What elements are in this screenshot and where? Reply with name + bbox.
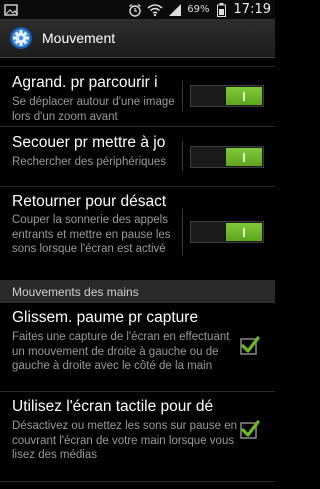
alarm-icon	[127, 3, 143, 17]
section-header-hand-motions: Mouvements des mains	[0, 281, 275, 303]
setting-row-zoom-pan[interactable]: Agrand. pr parcourir i Se déplacer autou…	[0, 67, 275, 127]
toggle-switch[interactable]: I	[190, 221, 264, 243]
divider	[182, 209, 183, 255]
list-divider	[0, 58, 275, 67]
divider	[182, 141, 183, 171]
toggle-knob: I	[226, 87, 262, 105]
signal-icon	[167, 3, 183, 17]
setting-summary: Se déplacer autour d'une image lors d'un…	[12, 96, 175, 123]
action-bar: Mouvement	[0, 19, 275, 58]
setting-summary: Rechercher des périphériques	[12, 156, 167, 168]
page-title: Mouvement	[42, 30, 116, 46]
settings-list: Agrand. pr parcourir i Se déplacer autou…	[0, 58, 275, 489]
checkbox-checked-icon[interactable]	[240, 336, 260, 356]
setting-row-palm-swipe-capture[interactable]: Glissem. paume pr capture Faites une cap…	[0, 303, 275, 392]
setting-title: Agrand. pr parcourir i	[12, 74, 158, 91]
toggle-switch[interactable]: I	[190, 85, 264, 107]
toggle-state-label: I	[242, 224, 246, 240]
toggle-switch[interactable]: I	[190, 146, 264, 168]
setting-title: Utilisez l'écran tactile pour dé	[12, 398, 214, 415]
toggle-state-label: I	[242, 149, 246, 165]
setting-summary: Couper la sonnerie des appels entrants e…	[12, 214, 171, 255]
setting-row-shake-update[interactable]: Secouer pr mettre à jo Rechercher des pé…	[0, 127, 275, 187]
toggle-knob: I	[226, 223, 262, 241]
setting-row-touch-mute[interactable]: Utilisez l'écran tactile pour dé Désacti…	[0, 392, 275, 482]
checkbox-checked-icon[interactable]	[240, 420, 260, 440]
setting-title: Retourner pour désact	[12, 193, 167, 210]
gear-icon[interactable]	[8, 25, 34, 51]
battery-icon	[214, 2, 230, 17]
toggle-knob: I	[226, 148, 262, 166]
setting-row-turn-over[interactable]: Retourner pour désact Couper la sonnerie…	[0, 187, 275, 281]
clock: 17:19	[233, 2, 271, 17]
battery-percent: 69%	[187, 4, 210, 15]
setting-summary: Faites une capture de l'écran en effectu…	[12, 331, 230, 372]
setting-title: Glissem. paume pr capture	[12, 309, 199, 326]
status-bar: 69% 17:19	[0, 0, 275, 19]
setting-summary: Désactivez ou mettez les sons sur pause …	[12, 420, 238, 461]
divider	[182, 81, 183, 111]
toggle-state-label: I	[242, 88, 246, 104]
wifi-icon	[147, 3, 163, 17]
setting-title: Secouer pr mettre à jo	[12, 134, 166, 151]
